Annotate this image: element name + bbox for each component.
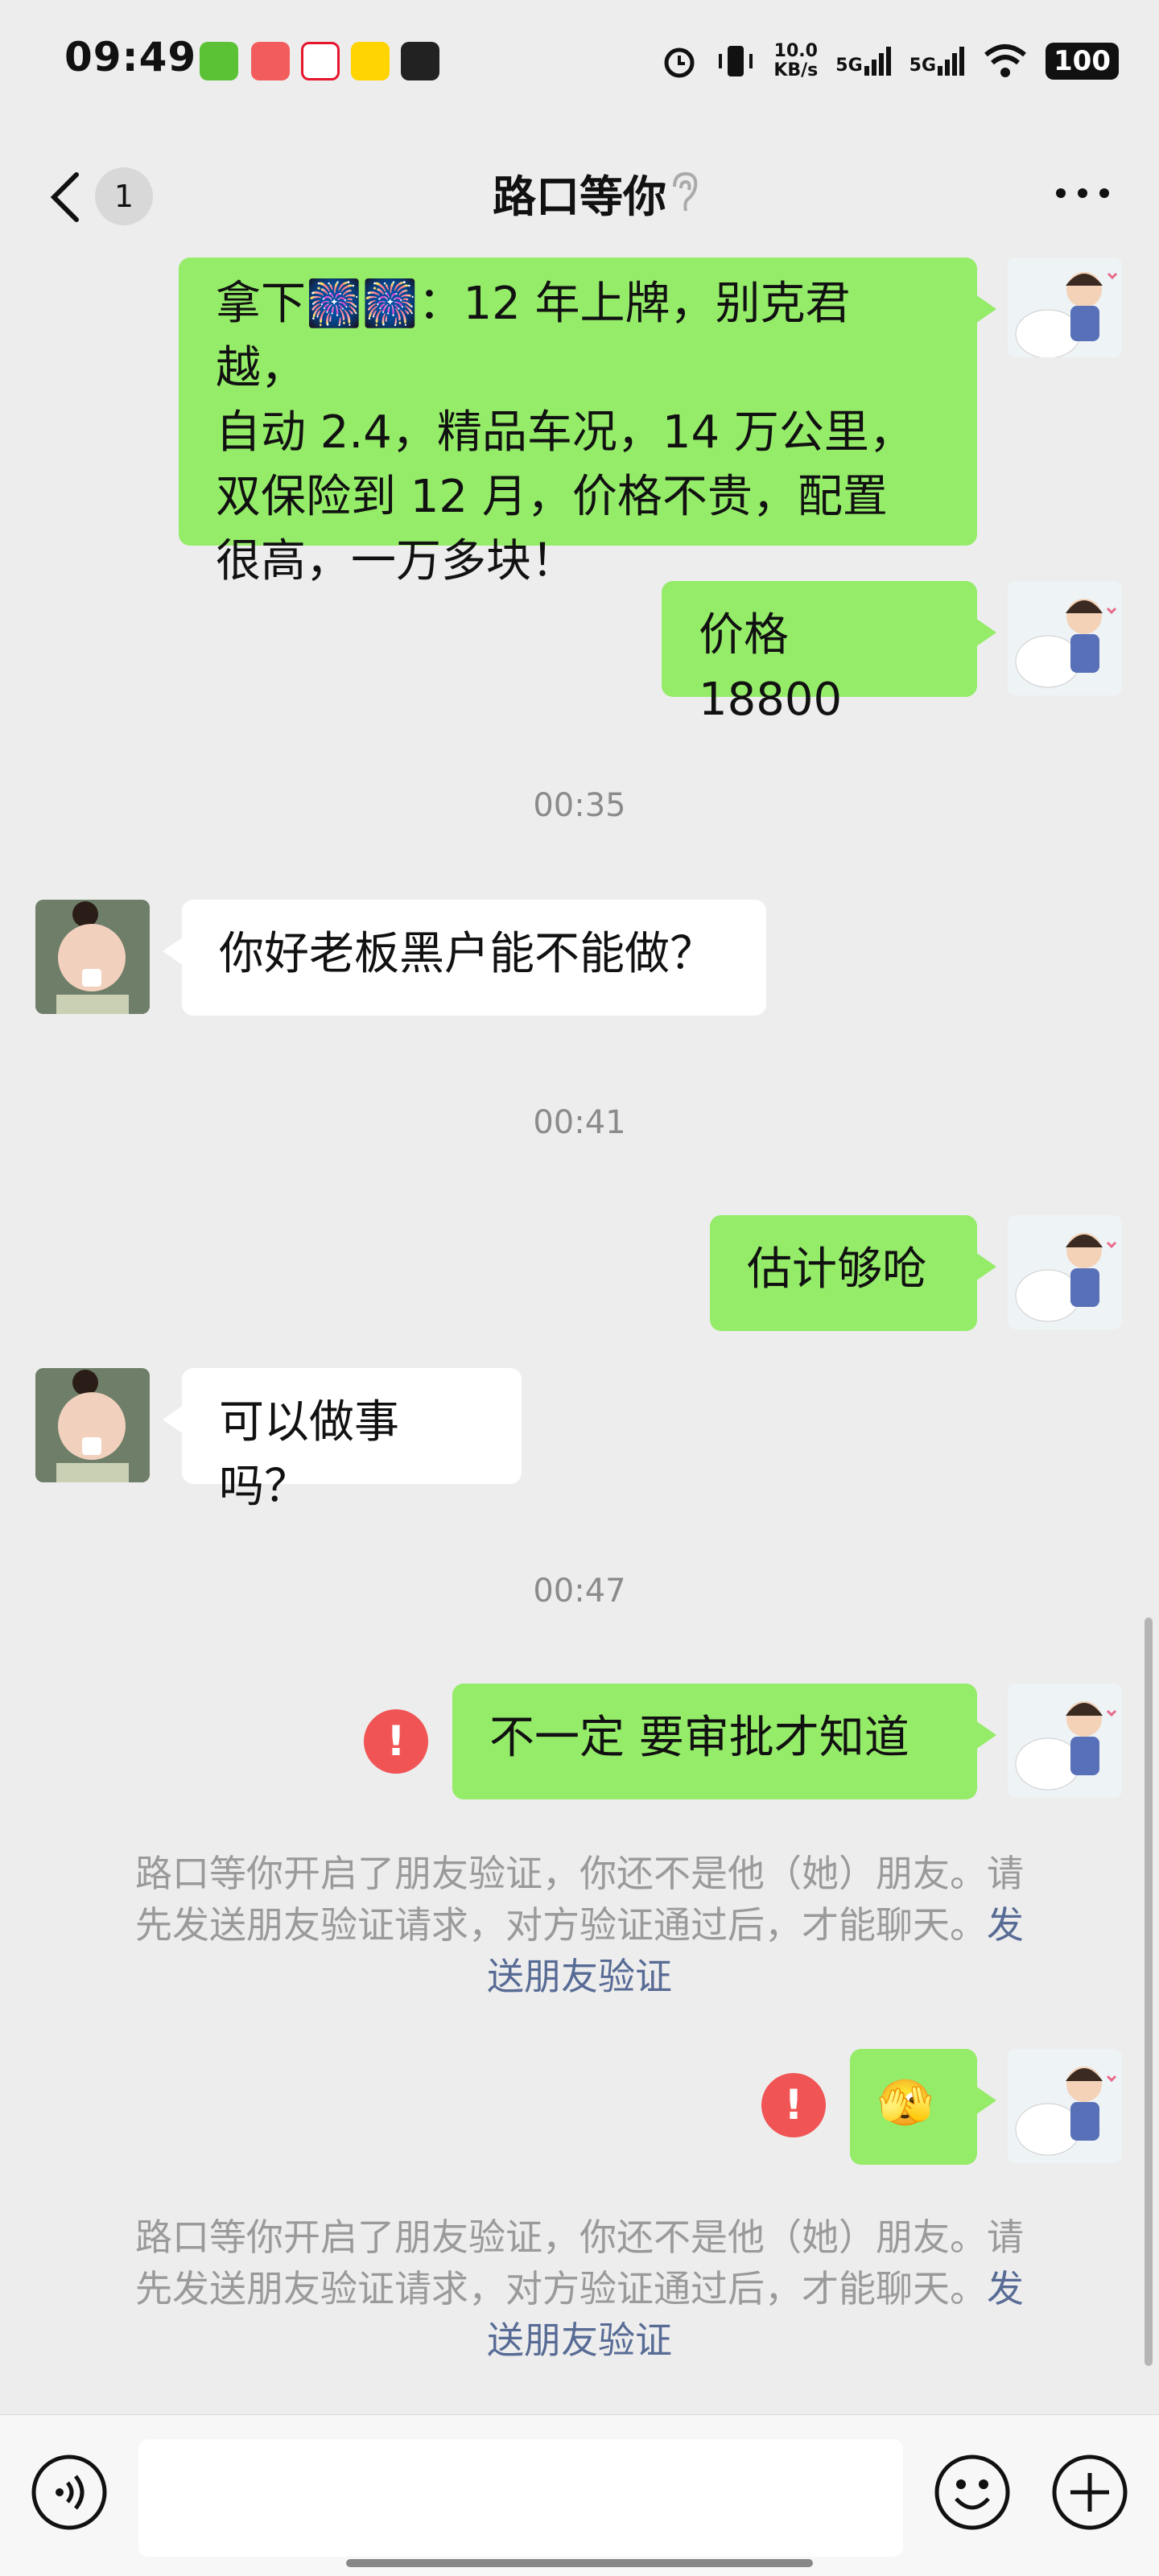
my-avatar[interactable]	[1008, 581, 1122, 695]
notice-line: 先发送朋友验证请求，对方验证通过后，才能聊天。发	[97, 1899, 1062, 1951]
notice-line: 路口等你开启了朋友验证，你还不是他（她）朋友。请	[135, 1852, 1024, 1895]
notice-line: 路口等你开启了朋友验证，你还不是他（她）朋友。请	[135, 2215, 1024, 2259]
input-bar	[0, 2414, 1159, 2576]
send-verification-link[interactable]: 发	[987, 2267, 1024, 2310]
avatar-boy-with-dog-icon	[1015, 2067, 1117, 2156]
message-bubble-sent[interactable]: 价格 18800	[662, 581, 996, 726]
my-avatar[interactable]	[1008, 1684, 1122, 1798]
avatar-boy-with-dog-icon	[1015, 272, 1118, 357]
signal-bars-icon	[938, 47, 965, 76]
message-bubble-sent[interactable]: 不一定 要审批才知道	[452, 1684, 996, 1799]
more-options-button[interactable]	[1054, 187, 1111, 203]
notice-text: 先发送朋友验证请求，对方验证通过后，才能聊天。	[135, 1903, 987, 1947]
my-avatar[interactable]	[1008, 258, 1122, 357]
message-text: 拿下🎆🎆：12 年上牌，别克君越，	[216, 278, 851, 394]
my-avatar[interactable]	[1008, 1215, 1122, 1329]
notice-line: 先发送朋友验证请求，对方验证通过后，才能聊天。发	[97, 2263, 1062, 2314]
avatar-girl-icon	[35, 900, 150, 1014]
avatar-boy-with-dog-icon	[1015, 1701, 1117, 1791]
my-avatar[interactable]	[1008, 2049, 1122, 2163]
send-verification-link[interactable]: 送朋友验证	[97, 1951, 1062, 2002]
status-bar: 09:49 10.0 KB/s 5G 5G 100	[0, 0, 1159, 121]
avatar-boy-with-dog-icon	[1015, 599, 1117, 688]
more-icon	[1056, 188, 1109, 198]
message-bubble-sent[interactable]: 拿下🎆🎆：12 年上牌，别克君越， 自动 2.4，精品车况，14 万公里， 双保…	[179, 258, 996, 587]
network-speed-value: 10.0	[773, 41, 818, 61]
message-text: 不一定 要审批才知道	[489, 1712, 909, 1764]
more-functions-button[interactable]	[1051, 2454, 1128, 2534]
signal-type: 5G	[835, 56, 863, 76]
emoji-message: 🫣	[877, 2077, 934, 2129]
avatar-girl-icon	[35, 1368, 150, 1482]
friend-verification-notice: 路口等你开启了朋友验证，你还不是他（她）朋友。请 先发送朋友验证请求，对方验证通…	[97, 2211, 1062, 2366]
friend-verification-notice: 路口等你开启了朋友验证，你还不是他（她）朋友。请 先发送朋友验证请求，对方验证通…	[97, 1848, 1062, 2002]
send-verification-link[interactable]: 送朋友验证	[97, 2314, 1062, 2366]
scrollbar[interactable]	[1145, 1618, 1153, 2366]
message-text: 自动 2.4，精品车况，14 万公里，	[216, 406, 914, 459]
send-verification-link[interactable]: 发	[987, 1903, 1024, 1947]
app-notification-icon	[200, 42, 238, 80]
plus-icon	[1052, 2454, 1128, 2530]
contact-avatar[interactable]	[35, 1368, 150, 1482]
status-icons: 10.0 KB/s 5G 5G 100	[661, 37, 1119, 85]
message-text: 估计够呛	[747, 1243, 927, 1296]
send-failed-icon[interactable]: !	[364, 1709, 428, 1774]
message-text: 价格 18800	[699, 609, 843, 726]
emoji-button[interactable]	[934, 2454, 1011, 2534]
voice-icon	[31, 2454, 107, 2530]
vibrate-icon	[719, 46, 753, 76]
signal-2: 5G	[909, 47, 965, 76]
home-indicator[interactable]	[346, 2559, 813, 2567]
send-failed-icon[interactable]: !	[761, 2073, 826, 2137]
message-text: 你好老板黑户能不能做？	[219, 928, 715, 980]
message-input[interactable]	[138, 2439, 903, 2557]
weibo-icon	[301, 42, 340, 80]
timestamp: 00:47	[533, 1572, 626, 1609]
message-bubble-sent[interactable]: 🫣	[850, 2049, 996, 2165]
wifi-icon	[984, 44, 1026, 77]
notice-text: 先发送朋友验证请求，对方验证通过后，才能聊天。	[135, 2267, 987, 2310]
chat-title: 路口等你	[493, 171, 666, 222]
battery-indicator: 100	[1046, 43, 1119, 80]
message-text: 可以做事吗？	[219, 1396, 399, 1513]
voice-button[interactable]	[31, 2454, 108, 2534]
emoji-icon	[934, 2454, 1010, 2530]
alarm-icon	[664, 47, 695, 78]
app-notification-icon	[351, 42, 390, 80]
message-bubble-received[interactable]: 可以做事吗？	[163, 1368, 522, 1513]
signal-1: 5G	[835, 47, 891, 76]
signal-type: 5G	[909, 56, 937, 76]
signal-bars-icon	[864, 47, 891, 76]
timestamp: 00:41	[533, 1104, 626, 1141]
chat-header: 1 路口等你	[0, 129, 1159, 258]
message-bubble-received[interactable]: 你好老板黑户能不能做？	[163, 900, 766, 1016]
timestamp: 00:35	[533, 787, 626, 824]
message-text: 双保险到 12 月，价格不贵，配置	[216, 471, 888, 523]
network-speed: 10.0 KB/s	[773, 42, 818, 80]
contact-avatar[interactable]	[35, 900, 150, 1014]
app-notification-icon	[251, 42, 290, 80]
app-notification-icon	[401, 42, 439, 80]
avatar-boy-with-dog-icon	[1015, 1233, 1117, 1322]
network-speed-unit: KB/s	[773, 60, 819, 80]
status-time: 09:49	[64, 34, 197, 80]
ear-icon	[668, 169, 700, 221]
message-bubble-sent[interactable]: 估计够呛	[710, 1215, 996, 1331]
